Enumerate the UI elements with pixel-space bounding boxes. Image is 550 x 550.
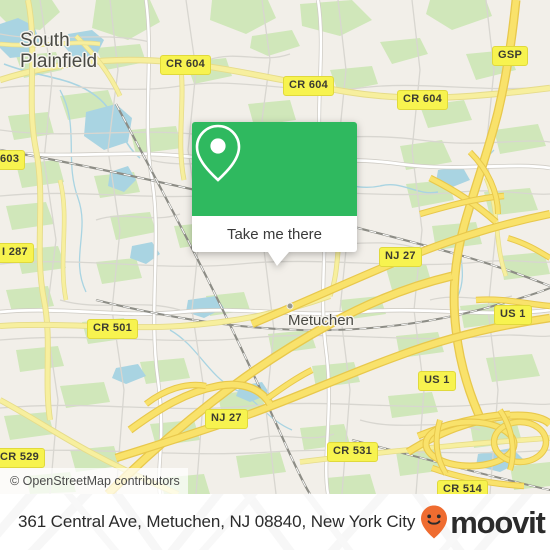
- road-shield-nj27-south[interactable]: NJ 27: [205, 409, 248, 429]
- moovit-wordmark: moovit: [450, 504, 546, 540]
- road-shield-cr531[interactable]: CR 531: [327, 442, 379, 462]
- place-label-line1: South: [20, 30, 70, 51]
- road-shield-cr529[interactable]: CR 529: [0, 448, 46, 468]
- road-shield-cr604-west[interactable]: CR 604: [160, 55, 212, 75]
- road-shield-gsp[interactable]: GSP: [492, 46, 529, 66]
- place-label-metuchen: Metuchen: [288, 312, 354, 329]
- road-shield-cr604-mid[interactable]: CR 604: [283, 76, 335, 96]
- road-shield-i287[interactable]: I 287: [0, 243, 34, 263]
- osm-attribution[interactable]: © OpenStreetMap contributors: [0, 468, 188, 494]
- place-label-line2: Plainfield: [20, 51, 98, 72]
- metuchen-place-dot: [286, 302, 294, 310]
- take-me-there-button[interactable]: Take me there: [192, 216, 357, 252]
- map-canvas[interactable]: South Plainfield Metuchen CR 604 CR 604 …: [0, 0, 550, 494]
- callout-pointer: [268, 252, 289, 266]
- road-shield-cr604-east[interactable]: CR 604: [397, 90, 449, 110]
- map-screenshot: South Plainfield Metuchen CR 604 CR 604 …: [0, 0, 550, 550]
- road-shield-cr501[interactable]: CR 501: [87, 319, 139, 339]
- road-shield-us1-south[interactable]: US 1: [418, 371, 456, 391]
- moovit-pin-icon: [421, 505, 448, 539]
- place-label-south-plainfield: South Plainfield: [20, 30, 97, 72]
- take-me-there-label: Take me there: [226, 225, 323, 243]
- address-bar: 361 Central Ave, Metuchen, NJ 08840, New…: [0, 494, 550, 550]
- moovit-logo[interactable]: moovit: [419, 504, 546, 540]
- road-shield-nj27-mid[interactable]: NJ 27: [379, 247, 422, 267]
- road-shield-us1-east[interactable]: US 1: [494, 305, 532, 325]
- road-shield-603[interactable]: 603: [0, 150, 26, 170]
- map-pin-icon: [195, 124, 241, 182]
- take-me-there-callout[interactable]: Take me there: [192, 122, 357, 266]
- address-text: 361 Central Ave, Metuchen, NJ 08840, New…: [18, 512, 416, 531]
- callout-header: [192, 122, 357, 216]
- road-shield-cr514[interactable]: CR 514: [437, 480, 489, 494]
